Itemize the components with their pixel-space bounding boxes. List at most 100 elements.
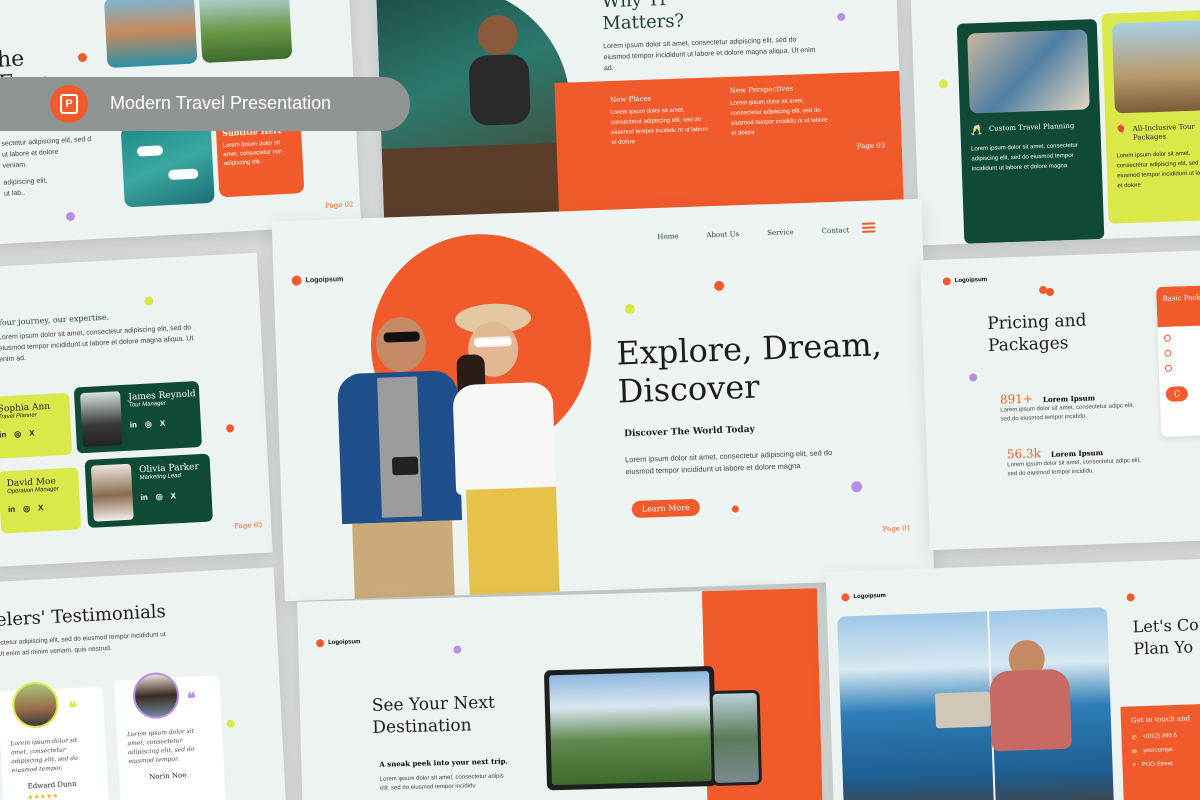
decor-dot [731, 505, 740, 513]
decor-dot [226, 719, 235, 728]
stat-label: Lorem Ipsum [1050, 448, 1104, 459]
linkedin-icon[interactable]: in [140, 493, 148, 502]
slide-contact[interactable]: Logoipsum Let's Co Plan Yo Get in touch … [825, 558, 1200, 800]
contact-address: PUO Street [1141, 761, 1173, 769]
slide-destination[interactable]: Logoipsum See Your Next Destination A sn… [297, 588, 823, 800]
email-icon: ✉ [1131, 749, 1138, 756]
stat-label: Lorem Ipsum [1042, 393, 1096, 405]
testimonials-title: elers' Testimonials [0, 601, 167, 631]
contact-title-line2: Plan Yo [1133, 637, 1194, 659]
contact-card: Get in touch and ✆ +(012) 345 6 ✉ yourco… [1120, 703, 1200, 800]
check-icon [1164, 364, 1173, 372]
card-title: All-Inclusive Tour Packages [1132, 122, 1196, 142]
mockup-stage: he Ease sectetur adipiscing elit, sed d … [0, 0, 1200, 800]
decor-dot [1126, 593, 1135, 602]
slide-pricing[interactable]: Logoipsum Pricing and Packages 891+ Lore… [920, 249, 1200, 551]
linkedin-icon[interactable]: in [0, 430, 6, 439]
team-card-sophia: Sophia Ann Travel Planner in ◎ X [0, 392, 73, 459]
col2-body: Lorem ipsum dolor sit amet, consectetur … [730, 98, 828, 137]
page-number: Page 01 [882, 524, 912, 534]
decor-dot [938, 79, 948, 89]
decor-dot [969, 373, 978, 382]
badge-title: Modern Travel Presentation [110, 93, 332, 113]
team-card-olivia: Olivia Parker Marketing Lead in ◎ X [84, 453, 213, 528]
stat-body: Lorem ipsum dolor sit amet, consectetur … [1007, 457, 1141, 478]
powerpoint-icon: P [50, 85, 88, 123]
dest-title-line1: See Your Next [371, 692, 496, 716]
team-card-james: James Reynold Tour Manager in ◎ X [73, 380, 203, 454]
slide-page-03[interactable]: Why Tr Matters? Lorem ipsum dolor sit am… [376, 0, 904, 225]
instagram-icon[interactable]: ◎ [155, 492, 162, 501]
linkedin-icon[interactable]: in [8, 505, 16, 514]
logo-icon [291, 275, 302, 286]
nav-about[interactable]: About Us [706, 230, 739, 239]
nav-home[interactable]: Home [657, 232, 678, 241]
nav-service[interactable]: Service [767, 228, 794, 237]
instagram-icon[interactable]: ◎ [14, 429, 21, 438]
dest-title-line2: Destination [372, 715, 472, 738]
river-screen [712, 692, 759, 783]
slide-page-05[interactable]: Your journey, our expertise. Lorem ipsum… [0, 252, 273, 568]
quote-icon: ❝ [68, 699, 78, 718]
x-icon[interactable]: X [170, 491, 176, 500]
mountain-road-photo [198, 0, 293, 64]
check-icon [1163, 334, 1172, 342]
hero-body: Lorem ipsum dolor sit amet, consectetur … [624, 448, 833, 477]
logo-icon [316, 639, 325, 648]
nav-contact[interactable]: Contact [822, 226, 850, 235]
decor-dot [66, 212, 75, 221]
logo-icon [841, 593, 850, 602]
slide-testimonials[interactable]: elers' Testimonials ectetur adipiscing e… [0, 567, 287, 800]
decor-dot [850, 481, 863, 493]
decor-dot [624, 303, 636, 315]
linkedin-icon[interactable]: in [130, 420, 138, 429]
subtitle-card-body: Lorem ipsum dolor sit amet, consectetur … [222, 140, 283, 168]
slide-services[interactable]: 🥂 Custom Travel Planning Lorem ipsum dol… [910, 0, 1200, 246]
hamburger-menu-icon[interactable] [861, 222, 876, 233]
mountain-lake-screen [549, 671, 712, 786]
decor-dot [144, 296, 154, 306]
card-body: Lorem ipsum dolor sit amet, consectetur … [971, 142, 1078, 173]
phone-icon: ✆ [1131, 735, 1137, 742]
slide-page-01[interactable]: Logoipsum Home About Us Service Contact [271, 198, 935, 602]
pricing-title-line1: Pricing and [986, 310, 1087, 335]
testimonial-card: ❝ Lorem ipsum dolor sit amet, consectetu… [0, 680, 110, 800]
basic-package-card: Basic Packag C [1156, 284, 1200, 438]
x-icon[interactable]: X [29, 429, 35, 438]
presentation-badge: P Modern Travel Presentation [0, 77, 410, 131]
stat-body: Lorem ipsum dolor sit amet, consectetur … [1000, 402, 1135, 423]
learn-more-button[interactable]: Learn More [631, 498, 701, 519]
travel-map-photo [967, 29, 1090, 114]
rating-stars: ★★★★★ [27, 792, 59, 800]
package-button[interactable]: C [1165, 386, 1189, 402]
location-icon: ⌖ [1132, 762, 1137, 769]
avatar [11, 680, 60, 730]
beach-laptop-photo [837, 607, 1115, 800]
testimonial-name: Edward Dunn [27, 779, 77, 791]
decor-dot [225, 424, 235, 433]
team-body: Lorem ipsum dolor sit amet, consectetur … [0, 324, 194, 364]
team-tagline: Your journey, our expertise. [0, 312, 110, 328]
logo-text: Logoipsum [328, 639, 361, 647]
instagram-icon[interactable]: ◎ [145, 419, 152, 428]
dest-subtitle: A sneak peek into your next trip. [379, 756, 509, 769]
instagram-icon[interactable]: ◎ [23, 504, 30, 513]
logo: Logoipsum [841, 592, 886, 602]
testimonial-quote: Lorem ipsum dolor sit amet, consectetur … [10, 736, 78, 775]
check-icon [1164, 349, 1172, 357]
couple-photo [315, 301, 585, 602]
quote-icon: ❝ [186, 690, 197, 708]
laptop-mockup [543, 665, 718, 791]
contact-email[interactable]: yourcompa [1143, 747, 1173, 755]
decor-dot [837, 12, 846, 22]
logo-icon [942, 277, 951, 286]
team-card-david: David Moe Operation Manager in ◎ X [0, 467, 82, 534]
temple-photo [1111, 19, 1200, 114]
x-icon[interactable]: X [160, 419, 166, 428]
pricing-title-line2: Packages [987, 333, 1069, 356]
contact-card-title: Get in touch and [1130, 714, 1191, 725]
x-icon[interactable]: X [38, 503, 44, 512]
contact-phone[interactable]: +(012) 345 6 [1142, 733, 1176, 741]
decor-dot [713, 280, 725, 292]
testimonial-card: ❝ Lorem ipsum dolor sit amet, consectetu… [114, 671, 226, 800]
